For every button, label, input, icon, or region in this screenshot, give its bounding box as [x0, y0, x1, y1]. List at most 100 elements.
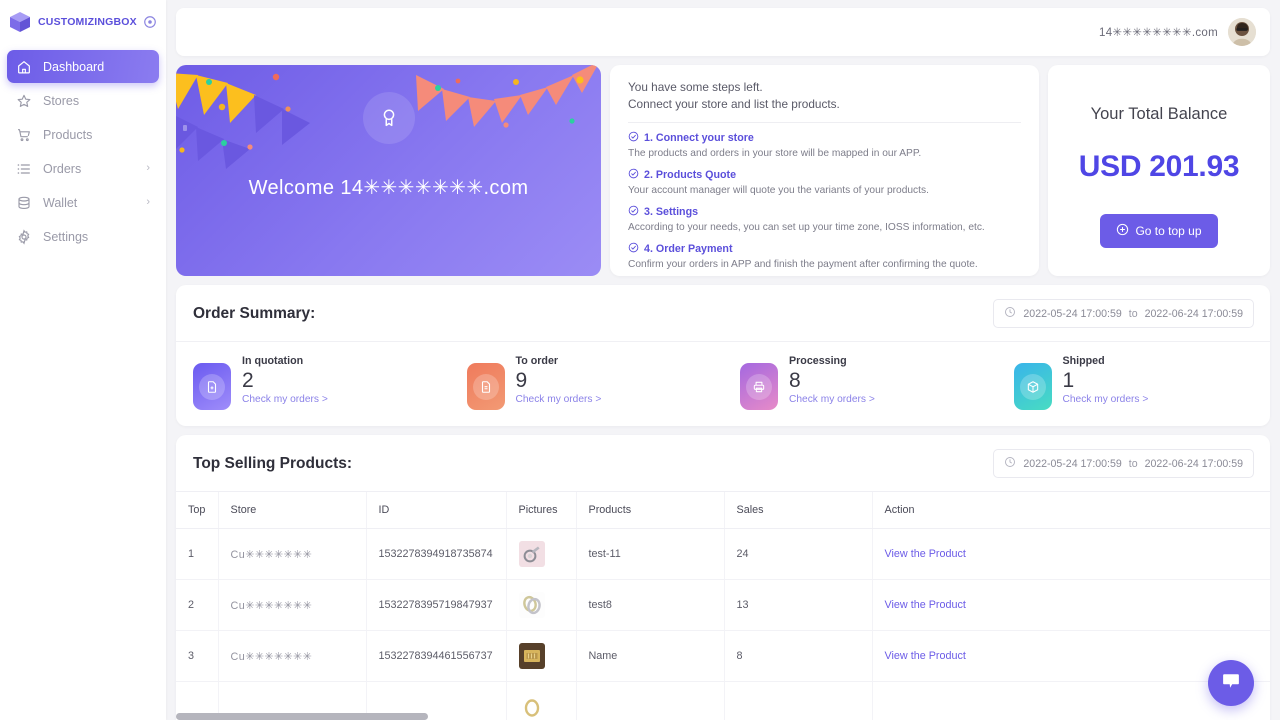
cell-sales [724, 682, 872, 720]
pink-jewelry-thumb [519, 541, 545, 567]
step-title-label: 2. Products Quote [644, 169, 736, 181]
step-desc-3: According to your needs, you can set up … [628, 221, 1021, 234]
cube-logo-icon [8, 10, 32, 34]
gear-icon [16, 229, 32, 245]
col-id: ID [366, 492, 506, 529]
horizontal-scrollbar[interactable] [176, 713, 428, 720]
sidebar-item-label: Settings [43, 230, 88, 244]
check-circle-icon [628, 205, 639, 219]
cell-picture [506, 682, 576, 720]
sidebar-item-wallet[interactable]: Wallet › [7, 186, 159, 219]
overview-row: Welcome 14✳✳✳✳✳✳✳.com You have some step… [176, 65, 1270, 276]
cell-picture [506, 631, 576, 682]
view-the-product-link[interactable]: View the Product [885, 548, 966, 560]
cell-product: test8 [576, 580, 724, 631]
plus-circle-icon [1116, 223, 1129, 239]
sidebar-item-label: Wallet [43, 196, 77, 210]
table-row: 2 Cu✳✳✳✳✳✳✳ 1532278395719847937 [176, 580, 1270, 631]
date-to: 2022-06-24 17:00:59 [1145, 458, 1243, 470]
cell-picture [506, 529, 576, 580]
cell-store: Cu✳✳✳✳✳✳✳ [218, 631, 366, 682]
cell-sales: 13 [724, 580, 872, 631]
order-summary-card: Order Summary: 2022-05-24 17:00:59 to 20… [176, 285, 1270, 426]
order-summary-date-range[interactable]: 2022-05-24 17:00:59 to 2022-06-24 17:00:… [993, 299, 1254, 328]
products-table-wrapper: Top Store ID Pictures Products Sales Act… [176, 491, 1270, 720]
avatar[interactable] [1228, 18, 1256, 46]
welcome-banner: Welcome 14✳✳✳✳✳✳✳.com [176, 65, 601, 276]
check-my-orders-link[interactable]: Check my orders > [242, 394, 328, 405]
medal-badge [363, 92, 415, 144]
go-to-top-up-label: Go to top up [1135, 224, 1201, 238]
col-top: Top [176, 492, 218, 529]
sidebar-item-settings[interactable]: Settings [7, 220, 159, 253]
stat-processing: Processing 8 Check my orders > [723, 355, 997, 410]
silver-rings-thumb [519, 592, 545, 618]
check-my-orders-link[interactable]: Check my orders > [789, 394, 875, 405]
steps-lead-line1: You have some steps left. [628, 79, 1021, 96]
sidebar-item-dashboard[interactable]: Dashboard [7, 50, 159, 83]
brand-header: CUSTOMIZINGBOX [0, 0, 166, 44]
app-root: CUSTOMIZINGBOX Dashboard [0, 0, 1280, 720]
star-icon [16, 93, 32, 109]
product-thumb [519, 694, 545, 720]
box-icon [1014, 363, 1052, 410]
top-selling-title: Top Selling Products: [193, 455, 352, 473]
col-pictures: Pictures [506, 492, 576, 529]
cell-action: View the Product [872, 580, 1270, 631]
check-circle-icon [628, 131, 639, 145]
stat-label: Shipped [1063, 355, 1149, 367]
document-add-icon [193, 363, 231, 410]
sidebar-item-products[interactable]: Products [7, 118, 159, 151]
col-products: Products [576, 492, 724, 529]
date-separator: to [1129, 308, 1138, 320]
sidebar-item-stores[interactable]: Stores [7, 84, 159, 117]
date-separator: to [1129, 458, 1138, 470]
cell-top: 2 [176, 580, 218, 631]
chat-support-button[interactable] [1208, 660, 1254, 706]
divider [628, 122, 1021, 123]
step-item-2[interactable]: 2. Products Quote [628, 168, 1021, 182]
check-circle-icon [628, 242, 639, 256]
stat-value: 2 [242, 368, 328, 394]
welcome-title: Welcome 14✳✳✳✳✳✳✳.com [249, 175, 529, 200]
step-title-label: 4. Order Payment [644, 243, 733, 255]
sidebar-item-label: Orders [43, 162, 81, 176]
step-desc-2: Your account manager will quote you the … [628, 184, 1021, 197]
cell-product [576, 682, 724, 720]
view-the-product-link[interactable]: View the Product [885, 599, 966, 611]
brand-name: CUSTOMIZINGBOX [38, 16, 137, 28]
step-desc-4: Confirm your orders in APP and finish th… [628, 258, 1021, 271]
stat-label: To order [516, 355, 602, 367]
step-item-3[interactable]: 3. Settings [628, 205, 1021, 219]
cell-sales: 8 [724, 631, 872, 682]
order-summary-stats: In quotation 2 Check my orders > To [176, 342, 1270, 426]
collapse-icon[interactable] [143, 15, 157, 29]
date-from: 2022-05-24 17:00:59 [1023, 308, 1121, 320]
sidebar-item-label: Products [43, 128, 92, 142]
view-the-product-link[interactable]: View the Product [885, 650, 966, 662]
balance-amount: USD 201.93 [1079, 150, 1239, 184]
top-selling-date-range[interactable]: 2022-05-24 17:00:59 to 2022-06-24 17:00:… [993, 449, 1254, 478]
list-icon [16, 161, 32, 177]
step-item-4[interactable]: 4. Order Payment [628, 242, 1021, 256]
cell-store: Cu✳✳✳✳✳✳✳ [218, 529, 366, 580]
cell-top: 3 [176, 631, 218, 682]
step-item-1[interactable]: 1. Connect your store [628, 131, 1021, 145]
sidebar-item-orders[interactable]: Orders › [7, 152, 159, 185]
sidebar-item-label: Dashboard [43, 60, 104, 74]
top-selling-products-card: Top Selling Products: 2022-05-24 17:00:5… [176, 435, 1270, 720]
cell-id: 1532278394918735874 [366, 529, 506, 580]
sidebar-nav: Dashboard Stores [0, 44, 166, 253]
check-my-orders-link[interactable]: Check my orders > [1063, 394, 1149, 405]
main-area: 14✳✳✳✳✳✳✳✳.com [166, 0, 1280, 720]
cell-top: 1 [176, 529, 218, 580]
date-from: 2022-05-24 17:00:59 [1023, 458, 1121, 470]
top-selling-products-table: Top Store ID Pictures Products Sales Act… [176, 492, 1270, 720]
topbar: 14✳✳✳✳✳✳✳✳.com [176, 8, 1270, 56]
go-to-top-up-button[interactable]: Go to top up [1100, 214, 1217, 248]
stat-label: In quotation [242, 355, 328, 367]
order-summary-title: Order Summary: [193, 305, 315, 323]
home-icon [16, 59, 32, 75]
check-my-orders-link[interactable]: Check my orders > [516, 394, 602, 405]
table-row: 3 Cu✳✳✳✳✳✳✳ 1532278394461556737 [176, 631, 1270, 682]
